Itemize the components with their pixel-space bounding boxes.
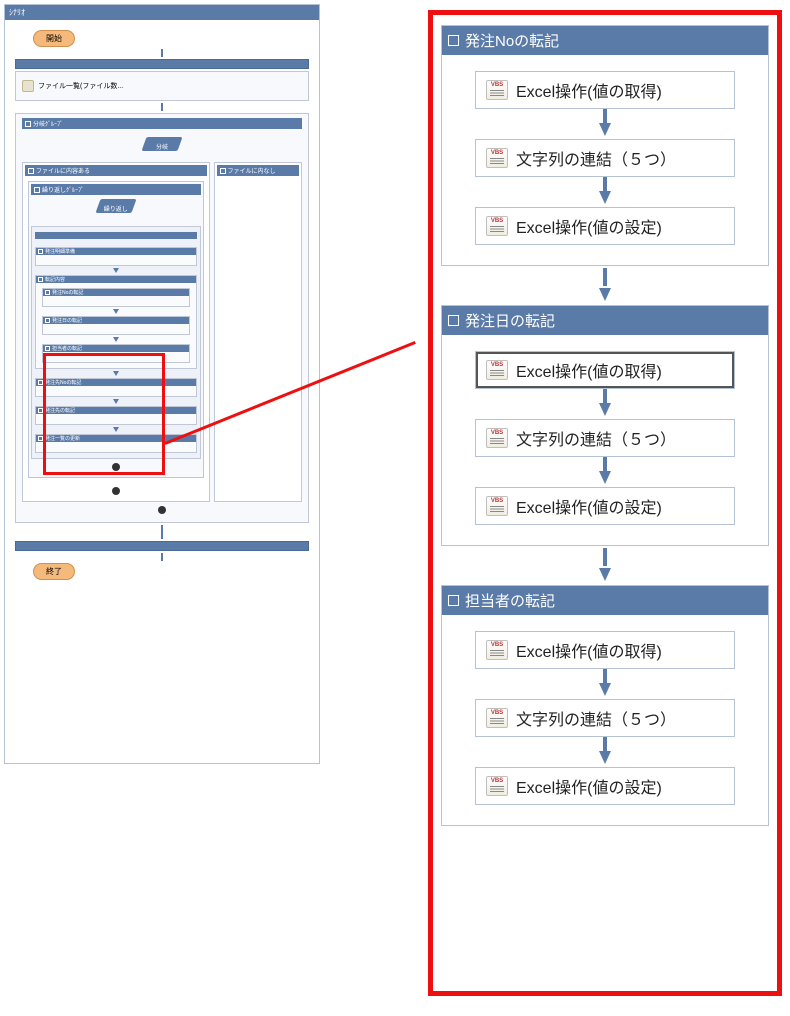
action-1-0[interactable]: Excel操作(値の取得) [475,351,735,389]
mini-branch-group-label: 分岐ｸﾞﾙｰﾌﾟ [33,119,63,128]
vbs-icon [486,640,508,660]
vbs-icon [486,80,508,100]
action-label: 文字列の連結（５つ） [516,146,676,170]
action-1-2[interactable]: Excel操作(値の設定) [475,487,735,525]
vbs-icon [486,496,508,516]
action-label: Excel操作(値の設定) [516,494,662,518]
mini-branch-label: 分岐 [22,142,302,151]
detail-header-0[interactable]: 発注Noの転記 [442,26,768,55]
collapse-icon[interactable] [448,595,459,606]
mini-loop-label: 繰り返し [31,204,201,213]
action-label: 文字列の連結（５つ） [516,706,676,730]
action-0-2[interactable]: Excel操作(値の設定) [475,207,735,245]
mini-body: 開始 ファイル一覧(ファイル数... 分岐ｸﾞﾙｰﾌﾟ 分岐 ファイルに内容ある [5,20,319,590]
mini-top-bar [15,59,309,69]
detail-group-0: 発注Noの転記 Excel操作(値の取得) 文字列の連結（５つ） Excel操作… [441,25,769,266]
mini-branch-right: ファイルに内なし [214,162,303,502]
mini-file-list-label: ファイル一覧(ファイル数... [38,81,123,91]
end-terminal[interactable]: 終了 [33,563,75,580]
mini-header: ｼﾅﾘｵ [5,5,319,20]
detail-header-2[interactable]: 担当者の転記 [442,586,768,615]
detail-header-1[interactable]: 発注日の転記 [442,306,768,335]
vbs-icon [486,708,508,728]
mini-node-c2[interactable]: 発注日の転記 [42,316,190,335]
start-terminal[interactable]: 開始 [33,30,75,47]
action-0-0[interactable]: Excel操作(値の取得) [475,71,735,109]
action-label: Excel操作(値の取得) [516,358,662,382]
mini-file-exists-label: ファイルに内容ある [36,166,90,175]
action-2-2[interactable]: Excel操作(値の設定) [475,767,735,805]
vbs-icon [486,360,508,380]
highlight-box-small [43,353,165,475]
vbs-icon [486,216,508,236]
detail-title-0: 発注Noの転記 [465,30,559,51]
mini-loop-group-label: 繰り返しｸﾞﾙｰﾌﾟ [42,185,84,194]
action-label: Excel操作(値の設定) [516,214,662,238]
action-0-1[interactable]: 文字列の連結（５つ） [475,139,735,177]
detail-title-2: 担当者の転記 [465,590,555,611]
detail-group-1: 発注日の転記 Excel操作(値の取得) 文字列の連結（５つ） Excel操作(… [441,305,769,546]
action-1-1[interactable]: 文字列の連結（５つ） [475,419,735,457]
vbs-icon [486,148,508,168]
mini-node-a[interactable]: 発注明細準備 [35,247,197,266]
mini-file-empty-label: ファイルに内なし [228,166,276,175]
collapse-icon[interactable] [448,35,459,46]
detail-panel: 発注Noの転記 Excel操作(値の取得) 文字列の連結（５つ） Excel操作… [428,10,782,996]
vbs-icon [486,776,508,796]
action-label: 文字列の連結（５つ） [516,426,676,450]
action-2-1[interactable]: 文字列の連結（５つ） [475,699,735,737]
mini-bottom-bar [15,541,309,551]
action-label: Excel操作(値の設定) [516,774,662,798]
action-label: Excel操作(値の取得) [516,78,662,102]
vbs-icon [486,428,508,448]
action-label: Excel操作(値の取得) [516,638,662,662]
collapse-icon[interactable] [448,315,459,326]
mini-node-c1[interactable]: 発注Noの転記 [42,288,190,307]
mini-file-list-node[interactable]: ファイル一覧(ファイル数... [22,80,302,92]
detail-title-1: 発注日の転記 [465,310,555,331]
file-icon [22,80,34,92]
detail-group-2: 担当者の転記 Excel操作(値の取得) 文字列の連結（５つ） Excel操作(… [441,585,769,826]
action-2-0[interactable]: Excel操作(値の取得) [475,631,735,669]
